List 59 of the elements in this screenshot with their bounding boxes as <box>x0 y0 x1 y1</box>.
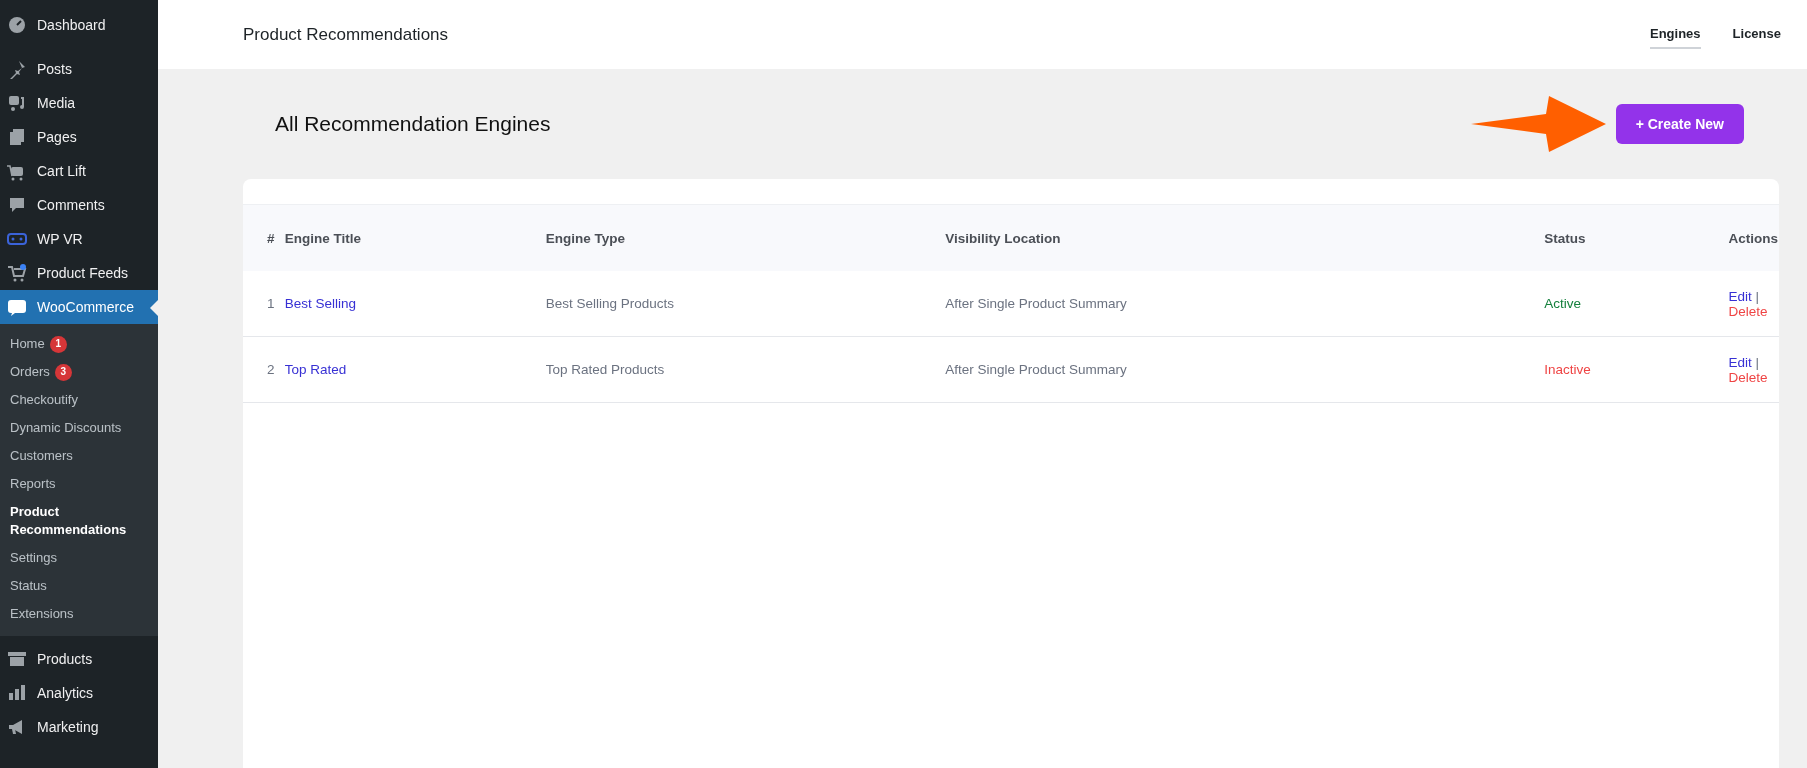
edit-link[interactable]: Edit <box>1728 354 1752 370</box>
submenu-item[interactable]: Reports <box>0 470 158 498</box>
status-label: Inactive <box>1544 362 1591 377</box>
count-badge: 3 <box>54 363 72 381</box>
delete-link[interactable]: Delete <box>1728 369 1768 385</box>
delete-link[interactable]: Delete <box>1728 303 1768 319</box>
sidebar-item[interactable]: Comments <box>0 188 158 222</box>
count-badge: 1 <box>49 335 67 353</box>
cart-icon <box>7 263 27 283</box>
submenu-item[interactable]: Settings <box>0 544 158 572</box>
column-header: Engine Type <box>545 230 626 246</box>
gauge-icon <box>7 15 27 35</box>
submenu-item[interactable]: Extensions <box>0 600 158 628</box>
submenu-item[interactable]: Checkoutify <box>0 386 158 414</box>
sidebar-item[interactable]: WP VR <box>0 222 158 256</box>
archive-box-icon <box>7 649 27 669</box>
column-header: Status <box>1544 230 1586 246</box>
column-header: Engine Title <box>284 230 361 246</box>
sidebar-item[interactable]: Cart Lift <box>0 154 158 188</box>
submenu-item[interactable]: Status <box>0 572 158 600</box>
engine-type: Best Selling Products <box>545 296 675 311</box>
submenu-item[interactable]: Product Recommendations <box>0 498 158 544</box>
separator: | <box>1755 354 1760 370</box>
separator: | <box>1755 288 1760 304</box>
sidebar-item[interactable]: Dashboard <box>0 8 158 42</box>
pages-icon <box>7 127 27 147</box>
sidebar-item[interactable]: Products <box>0 642 158 676</box>
sidebar-item[interactable]: Pages <box>0 120 158 154</box>
row-number: 1 <box>267 296 275 311</box>
sidebar-item[interactable]: Product Feeds <box>0 256 158 290</box>
column-header: Actions <box>1728 230 1778 246</box>
speech-bubble-icon <box>7 195 27 215</box>
bar-chart-icon <box>7 683 27 703</box>
sidebar-item[interactable]: Marketing <box>0 710 158 744</box>
column-header: Visibility Location <box>945 230 1061 246</box>
submenu-item[interactable]: Orders 3 <box>0 358 158 386</box>
chat-bubble-icon <box>7 297 27 317</box>
status-label: Active <box>1544 296 1581 311</box>
sidebar-item[interactable]: Posts <box>0 52 158 86</box>
media-icon <box>7 93 27 113</box>
submenu-item[interactable]: Home 1 <box>0 330 158 358</box>
engine-type: Top Rated Products <box>545 362 665 377</box>
submenu-item[interactable]: Dynamic Discounts <box>0 414 158 442</box>
visibility-location: After Single Product Summary <box>945 296 1127 311</box>
edit-link[interactable]: Edit <box>1728 288 1752 304</box>
visibility-location: After Single Product Summary <box>945 362 1127 377</box>
nav-tab[interactable]: License <box>1732 20 1781 49</box>
create-new-button[interactable]: + Create New <box>1615 104 1744 144</box>
column-header: # <box>267 230 275 246</box>
engine-title-link[interactable]: Best Selling <box>284 296 356 311</box>
sidebar-item[interactable]: Media <box>0 86 158 120</box>
sidebar-item[interactable]: Analytics <box>0 676 158 710</box>
section-heading: All Recommendation Engines <box>275 112 552 136</box>
row-number: 2 <box>267 362 275 377</box>
nav-tab[interactable]: Engines <box>1650 20 1701 49</box>
submenu-item[interactable]: Customers <box>0 442 158 470</box>
sidebar-item[interactable]: WooCommerce <box>0 290 158 324</box>
page-title: Product Recommendations <box>243 24 450 45</box>
engine-title-link[interactable]: Top Rated <box>284 362 347 377</box>
